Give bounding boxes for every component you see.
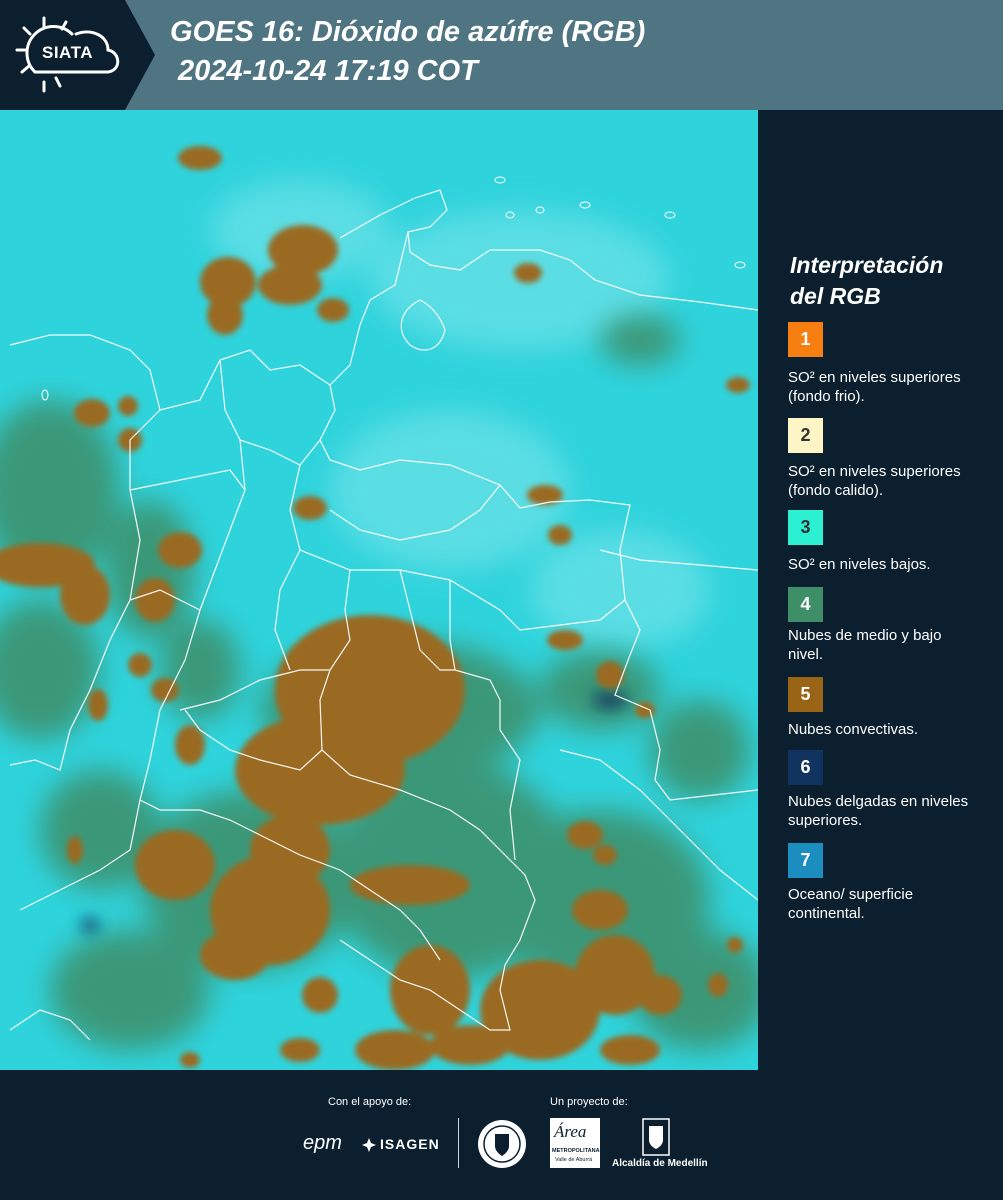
header-bar: SIATA GOES 16: Dióxido de azúfre (RGB) 2… [0,0,1003,110]
legend-text-5: Nubes convectivas. [788,721,919,738]
page-title: GOES 16: Dióxido de azúfre (RGB) [170,16,646,48]
area-logo-sub1: METROPOLITANA [552,1148,600,1154]
footer-bar: Con el apoyo de: Un proyecto de: epm ISA… [0,1070,1003,1200]
logo-text: SIATA [42,43,93,62]
legend-panel: Interpretación del RGB 1 SO² en niveles s… [758,110,1003,1070]
support-label: Con el apoyo de: [328,1096,412,1108]
legend-swatch-6: 6 [788,750,823,785]
epm-logo: epm [303,1132,342,1154]
legend-swatch-7: 7 [788,843,823,878]
legend-swatch-4: 4 [788,587,823,622]
medellin-seal-icon [478,1120,526,1168]
legend-text-2: SO² en niveles superiores (fondo calido)… [788,463,961,499]
legend-title: Interpretación del RGB [790,250,990,312]
alcaldia-label: Alcaldía de Medellín [612,1158,708,1169]
alcaldia-coat-of-arms-icon [642,1118,670,1156]
isagen-star-icon [362,1138,376,1152]
legend-text-4: Nubes de medio y bajo nivel. [788,627,942,663]
legend-title-line2: del RGB [790,283,881,309]
area-logo-text: Área [554,1122,587,1141]
footer-divider [458,1118,459,1168]
project-label: Un proyecto de: [550,1096,628,1108]
isagen-logo: ISAGEN [380,1136,440,1152]
page-timestamp: 2024-10-24 17:19 COT [178,55,478,87]
legend-swatch-5: 5 [788,677,823,712]
legend-text-3: SO² en niveles bajos. [788,556,931,573]
legend-swatch-3: 3 [788,510,823,545]
siata-logo: SIATA [0,0,155,110]
legend-text-7: Oceano/ superficie continental. [788,886,914,922]
area-metropolitana-logo: Área METROPOLITANA Valle de Aburrá [550,1118,600,1168]
legend-swatch-2: 2 [788,418,823,453]
legend-title-line1: Interpretación [790,252,944,278]
legend-text-6: Nubes delgadas en niveles superiores. [788,793,969,829]
area-logo-sub2: Valle de Aburrá [555,1157,593,1163]
legend-swatch-1: 1 [788,322,823,357]
satellite-map [0,110,758,1070]
satellite-image [0,110,758,1070]
legend-text-1: SO² en niveles superiores (fondo frio). [788,369,961,405]
